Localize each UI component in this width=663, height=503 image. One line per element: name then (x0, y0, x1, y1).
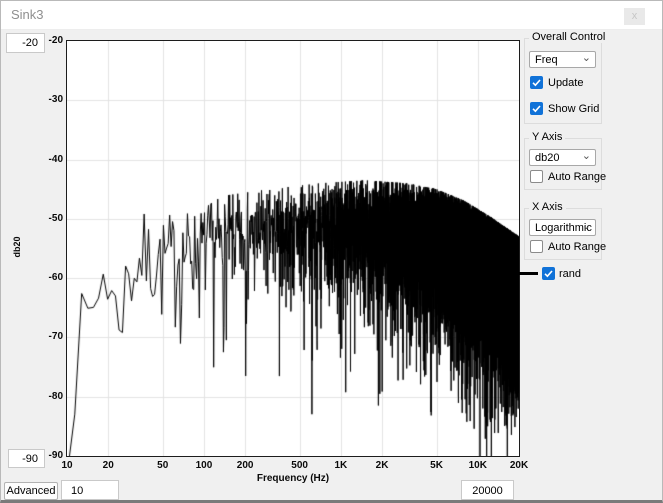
overall-control-dropdown[interactable]: Freq ⌄ (529, 51, 596, 68)
window-title: Sink3 (11, 7, 44, 22)
x-axis-dropdown[interactable]: Logarithmic ⌄ (529, 219, 596, 236)
show-grid-checkbox[interactable] (530, 102, 543, 115)
y-axis-dropdown[interactable]: db20 ⌄ (529, 149, 596, 166)
update-label: Update (548, 77, 583, 89)
y-tick-label: -40 (29, 154, 63, 165)
x-tick-label: 10 (61, 460, 72, 471)
x-auto-range-row[interactable]: Auto Range (530, 240, 606, 253)
close-icon[interactable]: x (624, 8, 645, 25)
x-tick-label: 200 (237, 460, 254, 471)
y-tick-label: -30 (29, 94, 63, 105)
x-tick-label: 50 (157, 460, 168, 471)
x-tick-label: 2K (376, 460, 389, 471)
overall-control-label: Overall Control (529, 31, 608, 43)
update-row[interactable]: Update (530, 76, 583, 89)
check-icon (530, 102, 543, 115)
y-axis-group-label: Y Axis (529, 131, 565, 143)
chevron-down-icon: ⌄ (582, 219, 591, 232)
y-tick-label: -20 (29, 35, 63, 46)
y-tick-label: -80 (29, 391, 63, 402)
legend-line-swatch (514, 272, 538, 275)
x-tick-label: 100 (196, 460, 213, 471)
show-grid-label: Show Grid (548, 103, 599, 115)
x-tick-label: 20K (510, 460, 528, 471)
plot-canvas[interactable] (67, 41, 519, 456)
update-checkbox[interactable] (530, 76, 543, 89)
x-tick-label: 20 (103, 460, 114, 471)
y-axis-title: db20 (12, 236, 22, 257)
x-tick-label: 10K (469, 460, 487, 471)
legend-rand-label: rand (559, 268, 581, 280)
chevron-down-icon: ⌄ (582, 149, 591, 162)
plot-area[interactable] (66, 40, 520, 457)
y-auto-range-checkbox[interactable] (530, 170, 543, 183)
x-axis-group-label: X Axis (529, 201, 566, 213)
x-tick-label: 5K (430, 460, 443, 471)
overall-control-group: Overall Control Freq ⌄ Update Show Grid (524, 38, 602, 124)
y-axis-dropdown-value: db20 (535, 152, 559, 164)
y-tick-label: -70 (29, 331, 63, 342)
legend-rand-checkbox[interactable] (542, 267, 555, 280)
y-tick-label: -60 (29, 272, 63, 283)
x-axis-group: X Axis Logarithmic ⌄ Auto Range (524, 208, 602, 260)
x-auto-range-checkbox[interactable] (530, 240, 543, 253)
check-icon (530, 76, 543, 89)
titlebar: Sink3 x (1, 1, 662, 30)
y-tick-label: -90 (29, 450, 63, 461)
advanced-button[interactable]: Advanced (4, 482, 58, 500)
y-auto-range-row[interactable]: Auto Range (530, 170, 606, 183)
chevron-down-icon: ⌄ (582, 51, 591, 64)
legend-rand: rand (514, 267, 581, 280)
y-tick-label: -50 (29, 213, 63, 224)
sink-window: Sink3 x -20 -90 10 20000 Advanced db20 -… (0, 0, 663, 503)
x-tick-label: 1K (334, 460, 347, 471)
y-auto-range-label: Auto Range (548, 171, 606, 183)
y-axis-group: Y Axis db20 ⌄ Auto Range (524, 138, 602, 190)
x-axis-title: Frequency (Hz) (67, 473, 519, 484)
overall-control-dropdown-value: Freq (535, 54, 558, 66)
check-icon (542, 267, 555, 280)
show-grid-row[interactable]: Show Grid (530, 102, 599, 115)
x-auto-range-label: Auto Range (548, 241, 606, 253)
x-tick-label: 500 (291, 460, 308, 471)
